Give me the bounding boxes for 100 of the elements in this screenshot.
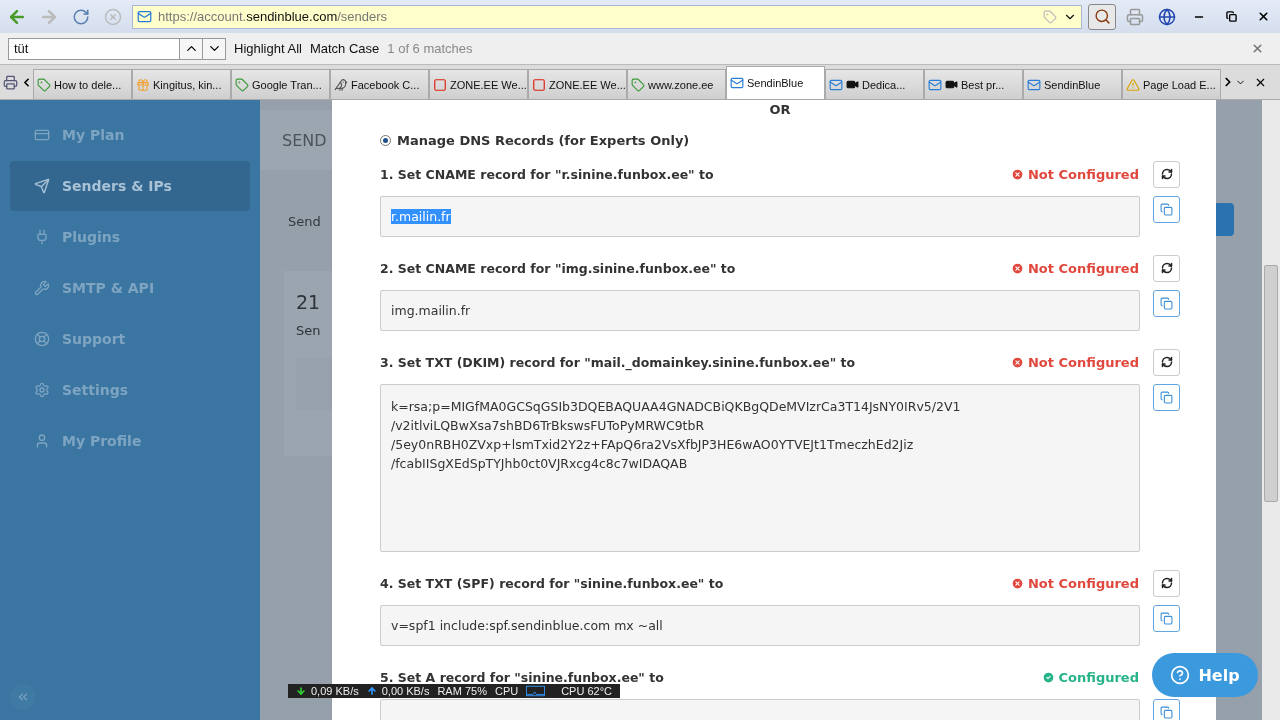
record-field[interactable]: v=spf1 include:spf.sendinblue.com mx ~all	[380, 605, 1140, 646]
printer-icon	[1126, 7, 1144, 26]
refresh-icon	[1160, 577, 1173, 589]
site-icon	[137, 9, 152, 24]
tab-title: Best pr...	[961, 78, 1005, 91]
favicon-icon	[730, 76, 744, 90]
tab-title: Page Load E...	[1143, 78, 1216, 91]
record-status: Not Configured	[1011, 166, 1139, 182]
collapse-icon	[16, 690, 30, 704]
browser-tab[interactable]: Google Tran...	[231, 69, 330, 99]
ram-usage: RAM 75%	[437, 685, 487, 697]
scrollbar[interactable]	[1262, 100, 1280, 720]
url-text: https://account.sendinblue.com/senders	[158, 9, 388, 24]
highlight-all-toggle[interactable]: Highlight All	[234, 41, 302, 56]
section-label: Send	[287, 213, 322, 229]
favicon-icon	[532, 77, 546, 92]
menu-icon	[34, 127, 50, 143]
menu-icon	[34, 331, 50, 347]
browser-tab[interactable]: www.zone.ee	[627, 69, 726, 99]
upload-rate: 0,00 KB/s	[366, 685, 430, 697]
refresh-button[interactable]	[1153, 160, 1180, 188]
upload-icon	[366, 686, 377, 696]
record-title: 1. Set CNAME record for "r.sinine.funbox.ee" to	[380, 166, 715, 182]
help-icon	[1170, 665, 1191, 685]
close-find-icon[interactable]	[1251, 42, 1264, 55]
browser-tab[interactable]: Best pr...	[924, 69, 1023, 99]
menu-icon	[34, 178, 50, 194]
record-textarea[interactable]: k=rsa;p=MIGfMA0GCSqGSIb3DQEBAQUAA4GNADCBiQKBgQDeMVIzrCa3T14JsNY0IRv5/2V1 /v2itlviLQBwXsa7shBD6TrBkswsFUToPyMRWC9tbR /5ey0nRBH0ZVxp+lsmTxid2Y2z+FApQ6ra2VsXfbJP3HE6wAO0YTVEJt1TmeczhEd2Jiz /fcabIISgXEdSpTYJhb0ct0VJRxcg4c8c7wIDAQAB	[380, 384, 1140, 552]
next-match-button[interactable]	[202, 37, 226, 60]
error-icon	[1011, 167, 1024, 181]
restore-icon	[1225, 11, 1237, 22]
address-bar[interactable]: https://account.sendinblue.com/senders	[132, 4, 1082, 29]
copy-button[interactable]	[1153, 384, 1180, 411]
download-rate: 0,09 KB/s	[296, 685, 359, 697]
error-icon	[1011, 261, 1024, 275]
action-button-edge	[1216, 203, 1234, 236]
favicon-icon	[433, 77, 447, 92]
radio-label[interactable]: Manage DNS Records (for Experts Only)	[397, 133, 690, 148]
camera-icon	[945, 78, 958, 91]
record-title: 4. Set TXT (SPF) record for "sinine.funbox.ee" to	[380, 575, 725, 591]
copy-button[interactable]	[1153, 196, 1180, 223]
tab-title: www.zone.ee	[648, 78, 714, 91]
refresh-button[interactable]	[1153, 569, 1180, 597]
menu-icon	[34, 433, 50, 449]
tab-title: Dedica...	[862, 78, 906, 91]
match-count: 1 of 6 matches	[387, 41, 473, 56]
match-case-toggle[interactable]: Match Case	[309, 41, 380, 56]
tab-title: How to dele...	[54, 78, 122, 91]
download-icon	[296, 686, 306, 696]
copy-icon	[1160, 391, 1173, 404]
cpu-graph-icon	[526, 685, 546, 697]
browser-tab[interactable]: Dedica...	[825, 69, 924, 99]
favicon-icon	[235, 77, 249, 92]
globe-icon	[1158, 7, 1176, 26]
browser-tab[interactable]: SendinBlue	[726, 66, 825, 99]
stop-icon	[104, 7, 122, 26]
refresh-button[interactable]	[1153, 348, 1180, 376]
browser-tab[interactable]: ZONE.EE We...	[429, 69, 528, 99]
browser-tab[interactable]: How to dele...	[33, 69, 132, 99]
radio-button[interactable]	[380, 135, 391, 146]
stat-label: Sen	[296, 323, 322, 338]
refresh-button[interactable]	[1153, 254, 1180, 282]
record-status: Not Configured	[1011, 354, 1139, 370]
browser-tab[interactable]: SendinBlue	[1023, 69, 1122, 99]
search-button[interactable]	[1088, 3, 1116, 30]
favicon-icon	[136, 77, 150, 92]
browser-tab[interactable]: Facebook C...	[330, 69, 429, 99]
menu-icon	[34, 280, 50, 296]
record-field[interactable]: img.mailin.fr	[380, 290, 1140, 331]
browser-tab[interactable]: ZONE.EE We...	[528, 69, 627, 99]
copy-button[interactable]	[1153, 699, 1180, 720]
record-status: Not Configured	[1011, 260, 1139, 276]
section-header: SEND	[260, 110, 332, 170]
copy-icon	[1160, 203, 1173, 216]
tab-title: Kingitus, kin...	[153, 78, 222, 91]
menu-icon	[34, 382, 50, 398]
search-icon	[1093, 8, 1111, 25]
stat-value: 21	[296, 291, 322, 313]
favicon-icon	[829, 77, 843, 92]
record-status: Configured	[1041, 669, 1139, 685]
tab-title: SendinBlue	[1044, 78, 1101, 91]
refresh-icon	[1160, 168, 1173, 180]
browser-tab[interactable]: Page Load E...	[1122, 69, 1221, 99]
previous-match-button[interactable]	[179, 37, 203, 60]
record-title: 2. Set CNAME record for "img.sinine.funbox.ee" to	[380, 260, 737, 276]
copy-button[interactable]	[1153, 290, 1180, 317]
copy-icon	[1160, 706, 1173, 719]
find-field[interactable]: tüt	[8, 37, 180, 60]
tab-title: Facebook C...	[351, 78, 420, 91]
tab-title: ZONE.EE We...	[450, 78, 527, 91]
error-icon	[1011, 576, 1024, 590]
favicon-icon	[1126, 77, 1140, 92]
copy-button[interactable]	[1153, 605, 1180, 632]
browser-tab[interactable]: Kingitus, kin...	[132, 69, 231, 99]
separator-text: OR	[769, 102, 791, 117]
favicon-icon	[1027, 77, 1041, 92]
cpu-label: CPU	[494, 685, 519, 697]
favicon-icon	[37, 77, 51, 92]
check-icon	[1041, 670, 1055, 684]
error-icon	[1011, 355, 1024, 369]
